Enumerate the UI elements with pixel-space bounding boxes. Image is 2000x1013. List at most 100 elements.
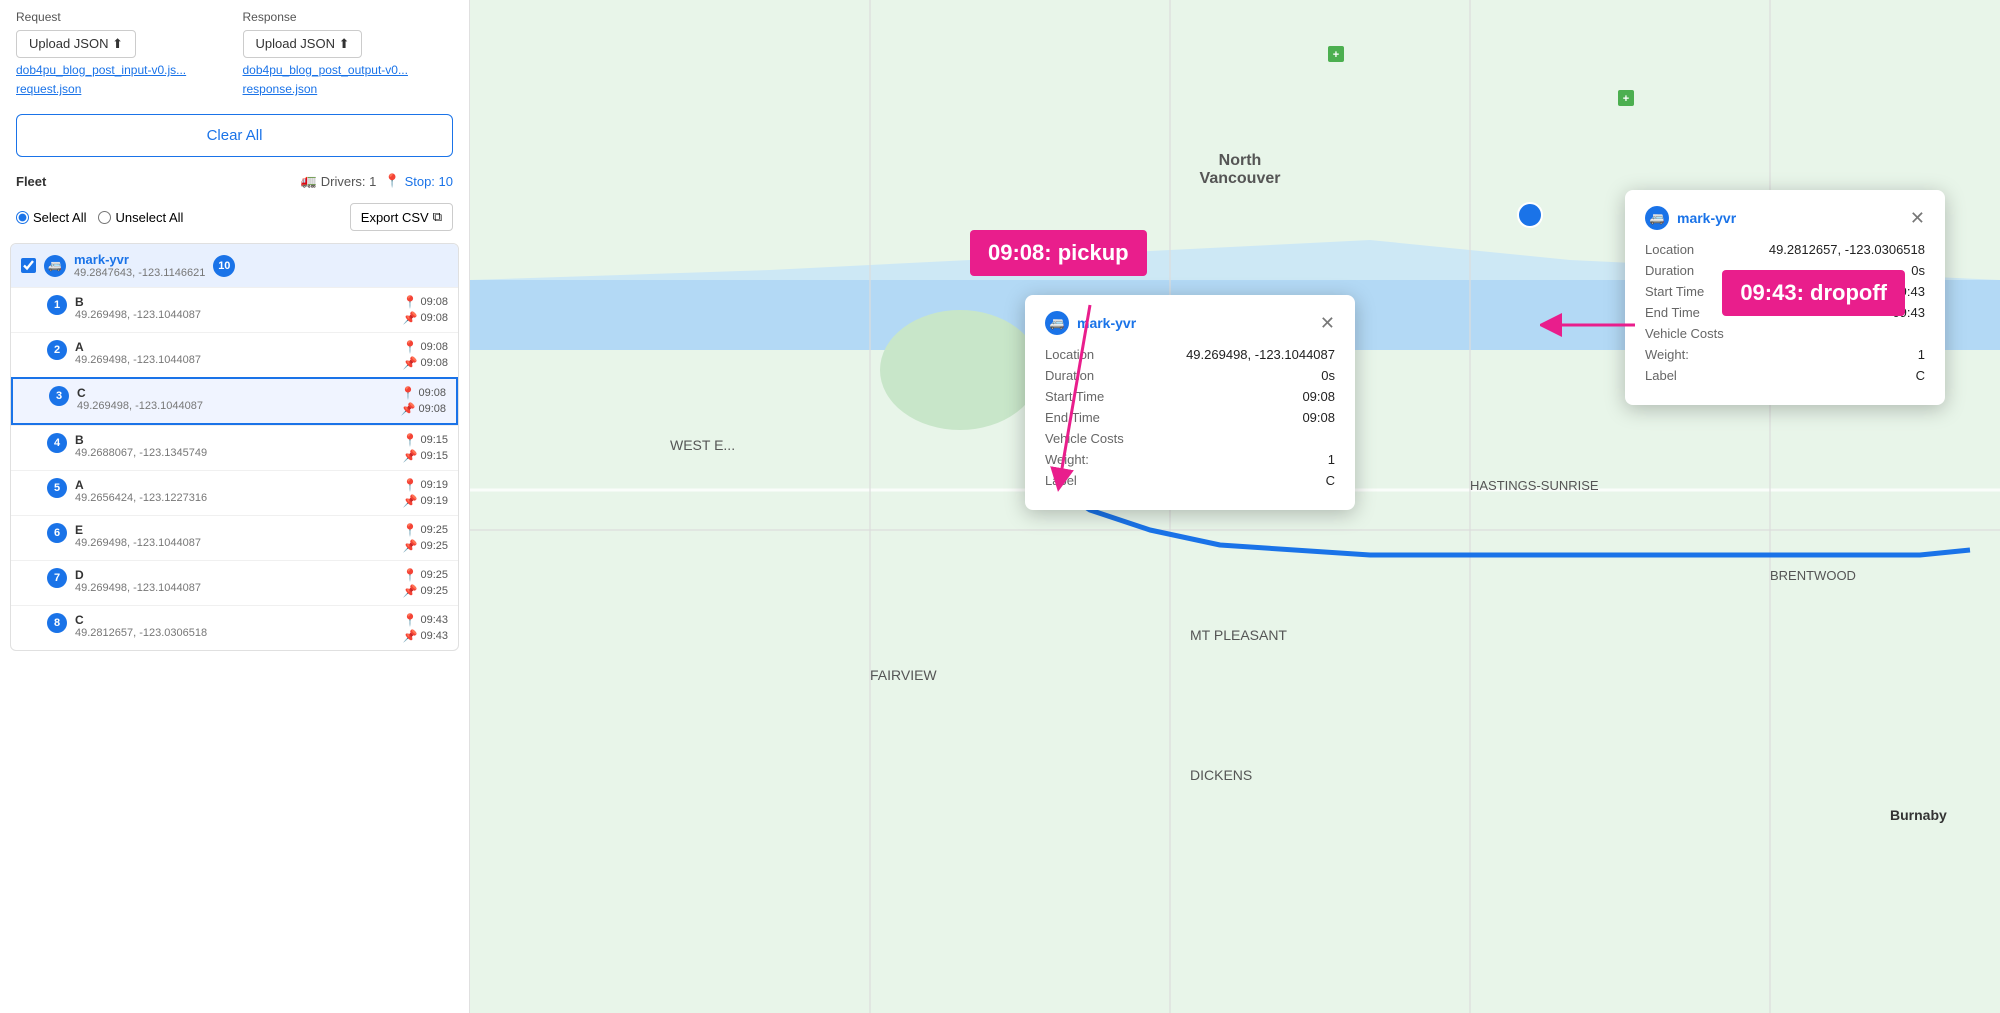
pin-icon-dropoff: 📌 (403, 311, 418, 325)
response-label: Response (243, 10, 454, 24)
dropoff-label-row: Label C (1645, 368, 1925, 383)
stop-item[interactable]: 5 A 49.2656424, -123.1227316 📍 09:19 📌 0… (11, 470, 458, 515)
svg-text:+: + (1333, 49, 1339, 61)
stop-time-val2: 09:08 (420, 357, 448, 369)
stop-time-val2: 09:43 (420, 630, 448, 642)
stop-time-pickup: 📍 09:43 (403, 613, 448, 627)
upload-request-button[interactable]: Upload JSON ⬆ (16, 30, 136, 58)
stop-time-val2: 09:15 (420, 450, 448, 462)
export-csv-button[interactable]: Export CSV ⧉ (350, 203, 453, 231)
upload-response-button[interactable]: Upload JSON ⬆ (243, 30, 363, 58)
dropoff-popup-header: 🚐 mark-yvr ✕ (1645, 206, 1925, 230)
stop-number: 7 (47, 568, 67, 588)
stop-time-val1: 09:25 (420, 524, 448, 536)
stop-label: A (75, 478, 395, 492)
stop-time-dropoff: 📌 09:43 (403, 629, 448, 643)
stop-time-pickup: 📍 09:08 (403, 295, 448, 309)
pin-icon-pickup: 📍 (403, 295, 418, 309)
stop-info: C 49.2812657, -123.0306518 (75, 613, 395, 639)
stop-time-val1: 09:15 (420, 434, 448, 446)
stop-coord: 49.269498, -123.1044087 (75, 582, 395, 594)
stop-label: C (75, 613, 395, 627)
stop-time-val1: 09:25 (420, 569, 448, 581)
stop-label: E (75, 523, 395, 537)
stop-time-dropoff: 📌 09:15 (403, 449, 448, 463)
fleet-label: Fleet (16, 174, 46, 189)
stop-time-val1: 09:08 (418, 387, 446, 399)
select-all-radio[interactable] (16, 211, 29, 224)
stop-item[interactable]: 1 B 49.269498, -123.1044087 📍 09:08 📌 09… (11, 287, 458, 332)
pickup-arrow (1030, 295, 1110, 495)
dropoff-popup-close[interactable]: ✕ (1910, 209, 1925, 227)
stop-coord: 49.2688067, -123.1345749 (75, 447, 395, 459)
stop-coord: 49.269498, -123.1044087 (77, 400, 393, 412)
stop-time-val2: 09:25 (420, 540, 448, 552)
response-json-link[interactable]: response.json (243, 82, 454, 96)
pin-icon-dropoff: 📌 (403, 539, 418, 553)
select-row: Select All Unselect All Export CSV ⧉ (0, 197, 469, 237)
stop-time-val2: 09:19 (420, 495, 448, 507)
pickup-popup-close[interactable]: ✕ (1320, 314, 1335, 332)
left-panel: Request Upload JSON ⬆ dob4pu_blog_post_i… (0, 0, 470, 1013)
stop-time-pickup: 📍 09:15 (403, 433, 448, 447)
dropoff-annotation: 09:43: dropoff (1722, 270, 1905, 316)
stop-info: A 49.269498, -123.1044087 (75, 340, 395, 366)
stop-time-pickup: 📍 09:25 (403, 523, 448, 537)
stop-coord: 49.2812657, -123.0306518 (75, 627, 395, 639)
pin-icon-pickup: 📍 (403, 568, 418, 582)
svg-text:+: + (1623, 93, 1629, 105)
request-file-name[interactable]: dob4pu_blog_post_input-v0.js... (16, 63, 227, 77)
driver-header[interactable]: 🚐 mark-yvr 49.2847643, -123.1146621 10 (11, 244, 458, 287)
select-all-label[interactable]: Select All (16, 210, 86, 225)
request-col: Request Upload JSON ⬆ dob4pu_blog_post_i… (16, 10, 227, 96)
stop-coord: 49.269498, -123.1044087 (75, 354, 395, 366)
stop-time-val2: 09:08 (420, 312, 448, 324)
stop-item[interactable]: 6 E 49.269498, -123.1044087 📍 09:25 📌 09… (11, 515, 458, 560)
stop-item[interactable]: 8 C 49.2812657, -123.0306518 📍 09:43 📌 0… (11, 605, 458, 650)
pin-icon-dropoff: 📌 (403, 449, 418, 463)
svg-text:FAIRVIEW: FAIRVIEW (870, 667, 937, 683)
svg-text:Vancouver: Vancouver (1200, 170, 1281, 187)
pin-icon-pickup: 📍 (403, 433, 418, 447)
pin-icon-dropoff: 📌 (403, 494, 418, 508)
driver-checkbox[interactable] (21, 258, 36, 273)
dropoff-vehiclecosts-row: Vehicle Costs (1645, 326, 1925, 341)
pin-icon-pickup: 📍 (403, 340, 418, 354)
stop-item[interactable]: 4 B 49.2688067, -123.1345749 📍 09:15 📌 0… (11, 425, 458, 470)
stop-coord: 49.2656424, -123.1227316 (75, 492, 395, 504)
request-json-link[interactable]: request.json (16, 82, 227, 96)
unselect-all-radio[interactable] (98, 211, 111, 224)
stop-info: E 49.269498, -123.1044087 (75, 523, 395, 549)
stop-label: B (75, 295, 395, 309)
stop-times: 📍 09:25 📌 09:25 (403, 523, 448, 553)
stop-number: 3 (49, 386, 69, 406)
stops-count: 📍 Stop: 10 (384, 173, 453, 189)
stop-time-dropoff: 📌 09:25 (403, 584, 448, 598)
stop-item[interactable]: 7 D 49.269498, -123.1044087 📍 09:25 📌 09… (11, 560, 458, 605)
stop-times: 📍 09:08 📌 09:08 (403, 340, 448, 370)
stop-times: 📍 09:19 📌 09:19 (403, 478, 448, 508)
driver-card: 🚐 mark-yvr 49.2847643, -123.1146621 10 1… (10, 243, 459, 651)
response-col: Response Upload JSON ⬆ dob4pu_blog_post_… (243, 10, 454, 96)
stop-time-dropoff: 📌 09:19 (403, 494, 448, 508)
stop-time-val2: 09:08 (418, 403, 446, 415)
unselect-all-label[interactable]: Unselect All (98, 210, 183, 225)
stop-item[interactable]: 3 C 49.269498, -123.1044087 📍 09:08 📌 09… (11, 377, 458, 425)
stop-item[interactable]: 2 A 49.269498, -123.1044087 📍 09:08 📌 09… (11, 332, 458, 377)
stop-time-pickup: 📍 09:25 (403, 568, 448, 582)
upload-response-label: Upload JSON ⬆ (256, 36, 350, 52)
map-area[interactable]: North Vancouver WEST E... MT PLEASANT FA… (470, 0, 2000, 1013)
pin-icon-dropoff: 📌 (403, 356, 418, 370)
clear-all-button[interactable]: Clear All (16, 114, 453, 157)
pin-icon-dropoff: 📌 (403, 629, 418, 643)
response-file-name[interactable]: dob4pu_blog_post_output-v0... (243, 63, 454, 77)
dropoff-weight-row: Weight: 1 (1645, 347, 1925, 362)
pin-icon-pickup: 📍 (403, 523, 418, 537)
copy-icon: ⧉ (433, 209, 442, 225)
pickup-annotation: 09:08: pickup (970, 230, 1147, 276)
stop-time-pickup: 📍 09:08 (403, 340, 448, 354)
stop-time-val2: 09:25 (420, 585, 448, 597)
stop-times: 📍 09:43 📌 09:43 (403, 613, 448, 643)
pin-icon-pickup: 📍 (403, 613, 418, 627)
truck-icon: 🚛 (301, 173, 317, 189)
